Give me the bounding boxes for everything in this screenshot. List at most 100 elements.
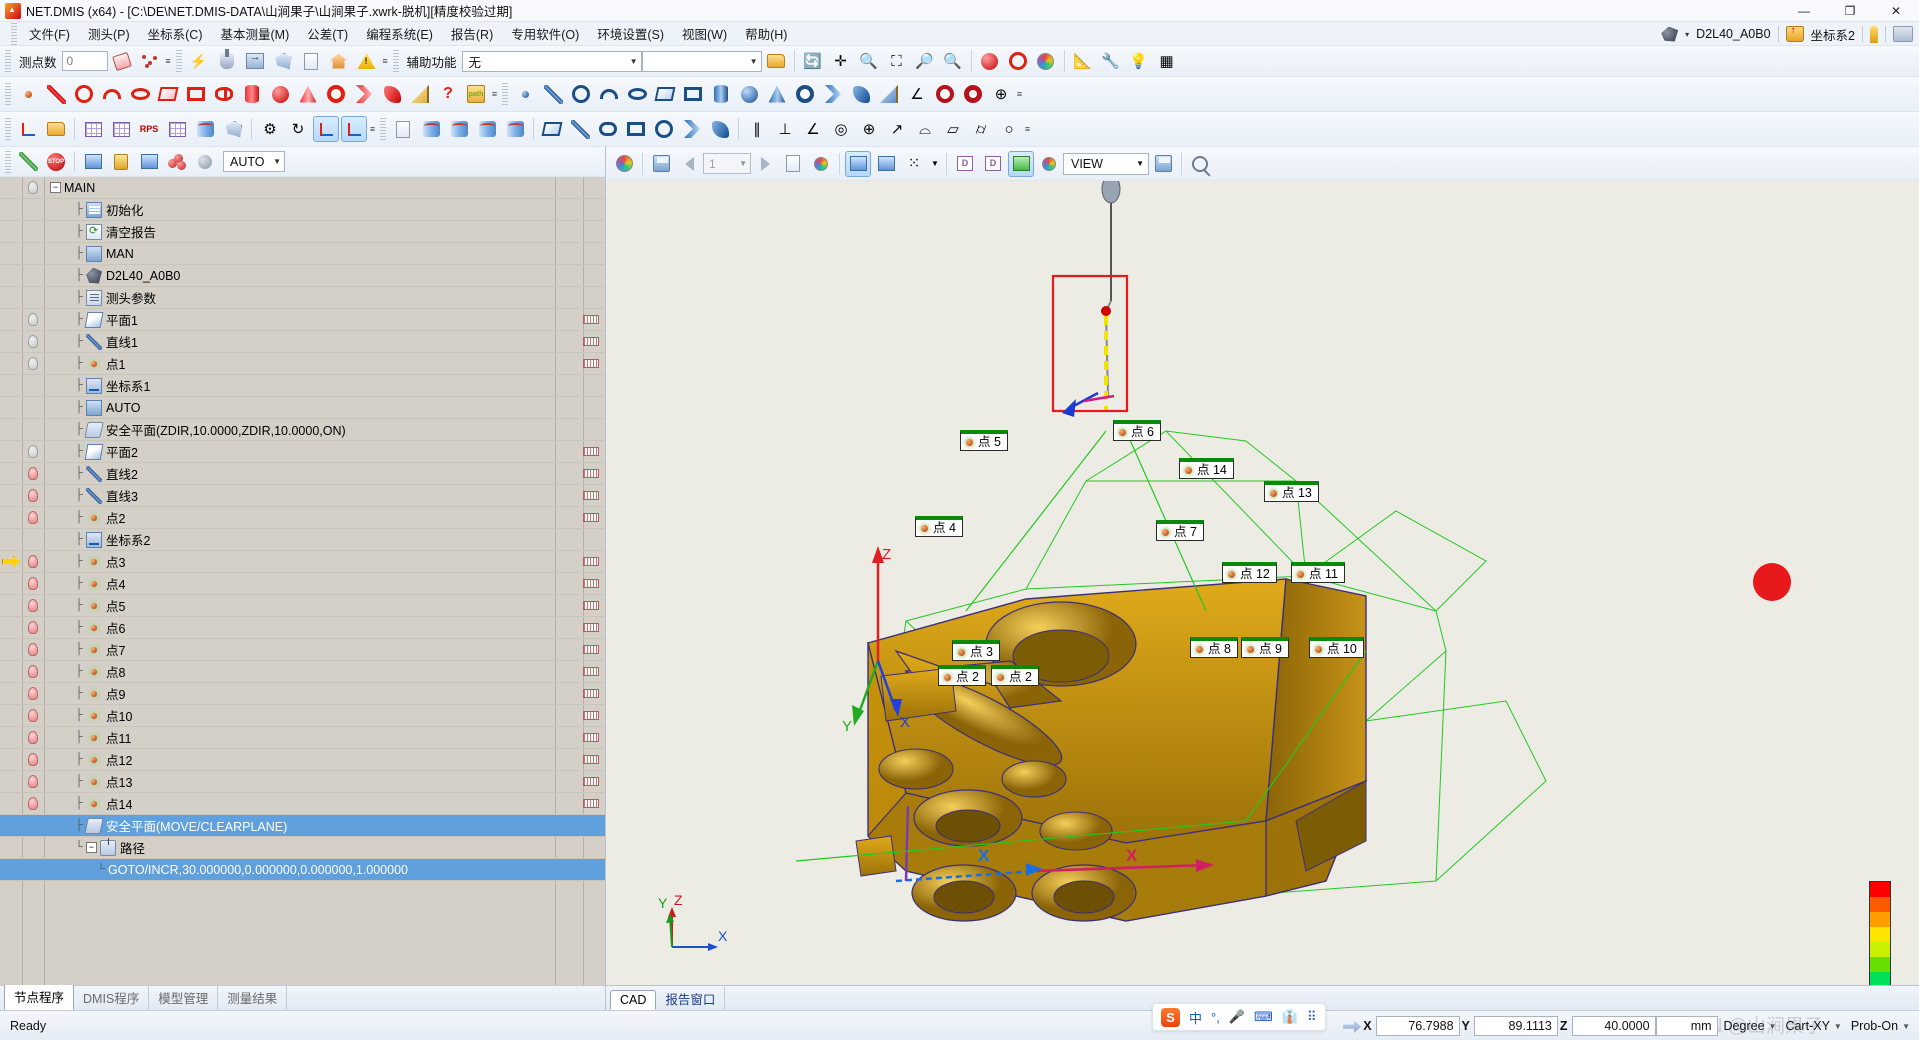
stop-button[interactable]: STOP — [43, 149, 69, 175]
minimize-button[interactable]: — — [1781, 0, 1827, 22]
geometry-line-button[interactable] — [43, 81, 69, 107]
safe-plane-button[interactable] — [270, 48, 296, 74]
tol-position-button[interactable]: ⊕ — [856, 116, 882, 142]
visibility-bulb-icon[interactable] — [28, 643, 38, 656]
program-list-button[interactable] — [80, 149, 106, 175]
auto-sphere-button[interactable] — [474, 116, 500, 142]
tree-row[interactable]: ├ 坐标系2 — [0, 529, 605, 551]
geometry-cone-button[interactable] — [295, 81, 321, 107]
chevron-down-icon[interactable]: ▾ — [1685, 30, 1689, 39]
load-coordinate-button[interactable] — [43, 116, 69, 142]
angle-unit-select[interactable]: Degree ▼ — [1718, 1016, 1780, 1036]
zoom-fit-button[interactable]: ⛶ — [884, 48, 910, 74]
construct-cylinder-button[interactable] — [708, 81, 734, 107]
tree-expander-icon[interactable]: − — [50, 182, 61, 193]
construct-rect-button[interactable] — [680, 81, 706, 107]
ime-apps-icon[interactable]: ⠿ — [1307, 1009, 1317, 1025]
tree-expander-icon[interactable]: − — [86, 842, 97, 853]
tree-row[interactable]: ├ 清空报告 — [0, 221, 605, 243]
sogou-logo-icon[interactable]: S — [1161, 1007, 1180, 1027]
construct-symmetry-button[interactable] — [932, 81, 958, 107]
sphere-gray-button[interactable] — [192, 149, 218, 175]
tree-row[interactable]: ├ 点11 — [0, 727, 605, 749]
goto-button[interactable] — [242, 48, 268, 74]
tol-cylindricity-button[interactable]: ⌭ — [968, 116, 994, 142]
program-tree[interactable]: −MAIN├初始化├清空报告├MAN├D2L40_A0B0├测头参数├平面1├直… — [0, 177, 605, 985]
tab-model-management[interactable]: 模型管理 — [149, 985, 219, 1010]
visibility-bulb-icon[interactable] — [28, 445, 38, 458]
unlock-button[interactable] — [108, 149, 134, 175]
report-button[interactable] — [390, 116, 416, 142]
tree-row[interactable]: ├ 初始化 — [0, 199, 605, 221]
cad-point-label[interactable]: 点 12 — [1222, 562, 1277, 583]
auto-cone-button[interactable] — [446, 116, 472, 142]
tree-row-visibility[interactable] — [22, 621, 44, 634]
aux-function-combo[interactable]: 无 ▼ — [461, 50, 642, 72]
tree-row[interactable]: ├ 安全平面(MOVE/CLEARPLANE) — [0, 815, 605, 837]
visibility-bulb-icon[interactable] — [28, 335, 38, 348]
erase-point-button[interactable] — [109, 48, 135, 74]
construct-point-button[interactable] — [512, 81, 538, 107]
visibility-bulb-icon[interactable] — [28, 753, 38, 766]
cad-save-button[interactable] — [1150, 151, 1176, 177]
auto-curve-button[interactable] — [679, 116, 705, 142]
geometry-unknown-button[interactable]: ? — [435, 81, 461, 107]
auto-circle2-button[interactable] — [651, 116, 677, 142]
tree-row[interactable]: ├ 点8 — [0, 661, 605, 683]
cs-align-button[interactable]: ⚙ — [257, 116, 283, 142]
warning-button[interactable] — [354, 48, 380, 74]
auto-line-button[interactable] — [567, 116, 593, 142]
tree-row-visibility[interactable] — [22, 775, 44, 788]
tree-row[interactable]: ├ 点3 — [0, 551, 605, 573]
geometry-plane-button[interactable] — [155, 81, 181, 107]
tree-row[interactable]: ├ 点6 — [0, 617, 605, 639]
geometry-circle-button[interactable] — [71, 81, 97, 107]
cad-inspect-button[interactable] — [1187, 151, 1213, 177]
tree-row[interactable]: ├ 直线2 — [0, 463, 605, 485]
cad-pick-label-button[interactable] — [873, 151, 899, 177]
cs-from-points-button[interactable] — [80, 116, 106, 142]
construct-angle-button[interactable]: ∠ — [904, 81, 930, 107]
cad-point-label[interactable]: 点 11 — [1291, 562, 1345, 583]
construct-distance-button[interactable] — [876, 81, 902, 107]
geometry-sphere-button[interactable] — [267, 81, 293, 107]
color-mode-button[interactable] — [1033, 48, 1059, 74]
visibility-bulb-icon[interactable] — [28, 731, 38, 744]
construct-torus-button[interactable] — [792, 81, 818, 107]
cs-recall-button[interactable] — [341, 116, 367, 142]
run-program-button[interactable]: ⚡ — [186, 48, 212, 74]
tree-row-visibility[interactable] — [22, 687, 44, 700]
shade-mode-button[interactable] — [977, 48, 1003, 74]
display-toggle-button[interactable] — [136, 149, 162, 175]
tab-measurement-result[interactable]: 测量结果 — [218, 985, 288, 1010]
cad-point-label[interactable]: 点 2 — [991, 665, 1039, 686]
cad-point-label[interactable]: 点 10 — [1309, 637, 1364, 658]
tree-row[interactable]: ├ 平面1 — [0, 309, 605, 331]
cad-viewport[interactable]: Z Y X X X 点 5 点 6 点 14 点 13 点 4 点 7 点 12… — [606, 181, 1919, 986]
tol-angularity-button[interactable]: ∠ — [800, 116, 826, 142]
tree-row-visibility[interactable] — [22, 555, 44, 568]
tree-row-visibility[interactable] — [22, 599, 44, 612]
visibility-bulb-icon[interactable] — [28, 555, 38, 568]
point-cloud-button[interactable] — [164, 149, 190, 175]
machine-settings-button[interactable] — [763, 48, 789, 74]
construct-arc-button[interactable] — [596, 81, 622, 107]
geometry-torus-button[interactable] — [323, 81, 349, 107]
erase-all-points-button[interactable] — [137, 48, 163, 74]
visibility-bulb-icon[interactable] — [28, 599, 38, 612]
tree-row[interactable]: ├ 坐标系1 — [0, 375, 605, 397]
ime-language-icon[interactable]: 中 — [1189, 1008, 1202, 1027]
construct-intersect-button[interactable] — [960, 81, 986, 107]
ime-punctuation-icon[interactable]: °, — [1211, 1010, 1220, 1025]
visibility-bulb-icon[interactable] — [28, 577, 38, 590]
cs-rps-button[interactable]: RPS — [136, 116, 162, 142]
tree-row[interactable]: ├ 点2 — [0, 507, 605, 529]
visibility-bulb-icon[interactable] — [28, 357, 38, 370]
auto-rect-slot-button[interactable] — [623, 116, 649, 142]
geometry-surface-button[interactable] — [379, 81, 405, 107]
visibility-bulb-icon[interactable] — [28, 621, 38, 634]
tree-row-visibility[interactable] — [22, 797, 44, 810]
tree-row[interactable]: ├ MAN — [0, 243, 605, 265]
tree-row-visibility[interactable] — [22, 577, 44, 590]
menu-item-coordinate-system[interactable]: 坐标系(C) — [139, 22, 212, 45]
